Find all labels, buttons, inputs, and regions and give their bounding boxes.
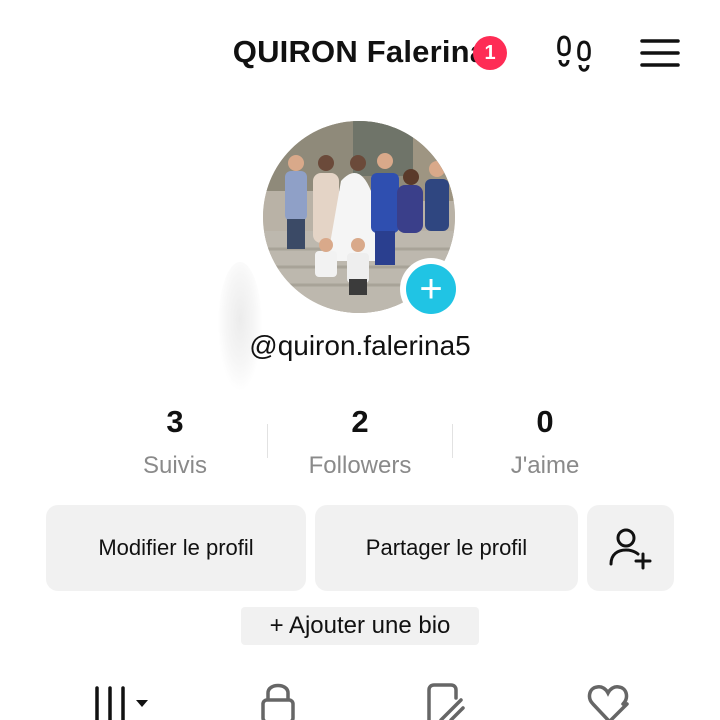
stat-following-label: Suivis — [142, 452, 208, 479]
add-bio-button[interactable]: + Ajouter une bio — [241, 607, 479, 645]
stat-likes[interactable]: 0 J'aime — [455, 404, 635, 480]
smudge-overlay — [218, 262, 262, 390]
stat-followers-label: Followers — [308, 452, 412, 479]
stat-likes-label: J'aime — [510, 452, 580, 479]
notification-badge: 1 — [473, 36, 507, 70]
stat-following[interactable]: 3 Suivis — [85, 404, 265, 480]
edit-profile-button[interactable]: Modifier le profil — [46, 505, 306, 591]
footprints-icon[interactable] — [555, 34, 595, 74]
menu-icon[interactable] — [640, 38, 680, 68]
stat-divider — [267, 424, 268, 458]
add-user-icon — [609, 528, 651, 570]
add-friend-button[interactable] — [587, 505, 674, 591]
stat-likes-count: 0 — [536, 404, 554, 439]
profile-name: QUIRON Falerina — [232, 34, 488, 69]
stat-divider — [452, 424, 453, 458]
share-profile-button[interactable]: Partager le profil — [315, 505, 578, 591]
profile-title[interactable]: QUIRON Falerina — [0, 34, 720, 70]
plus-icon: + — [406, 264, 456, 314]
lock-icon[interactable] — [258, 680, 298, 720]
add-avatar-button[interactable]: + — [400, 258, 462, 320]
grid-icon[interactable] — [92, 680, 152, 720]
stat-following-count: 3 — [166, 404, 184, 439]
repost-icon[interactable] — [423, 680, 467, 720]
username-handle: @quiron.falerina5 — [249, 330, 471, 361]
stat-followers[interactable]: 2 Followers — [270, 404, 450, 480]
stat-followers-count: 2 — [351, 404, 369, 439]
liked-icon[interactable] — [585, 680, 631, 720]
